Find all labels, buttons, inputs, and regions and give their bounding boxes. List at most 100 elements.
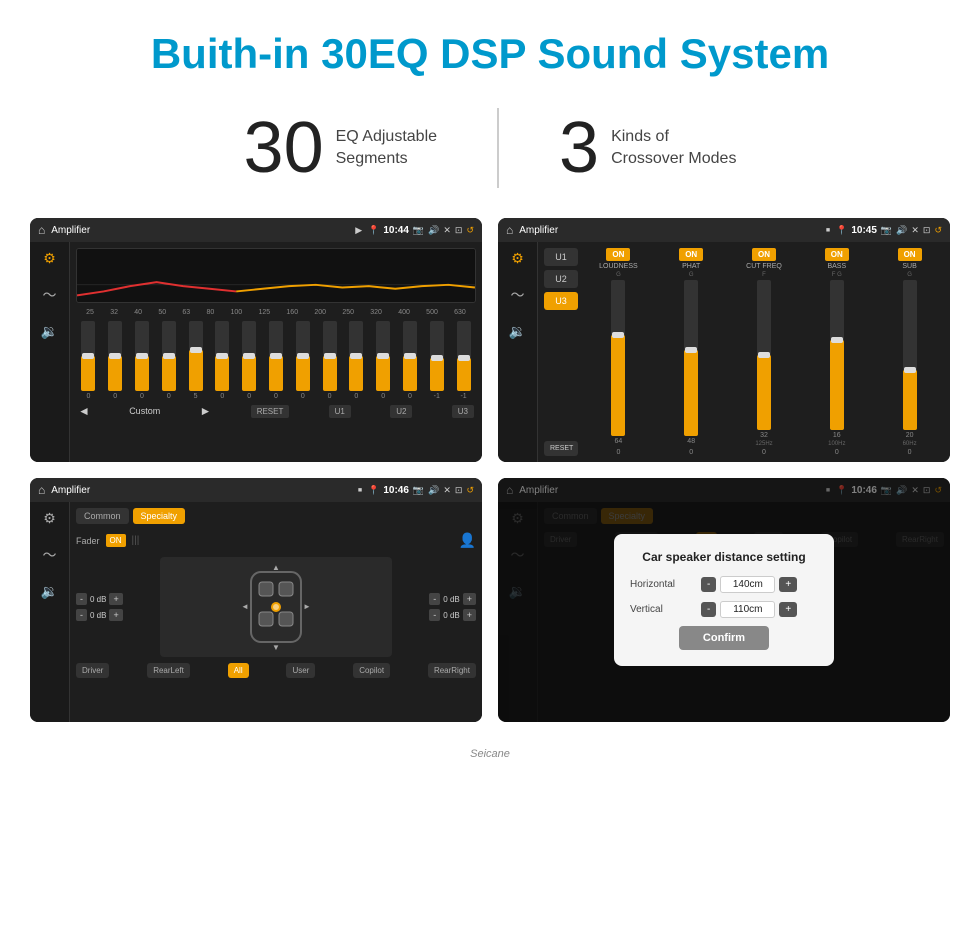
eq-icon[interactable]: ⚙ xyxy=(43,250,56,267)
preset-u3[interactable]: U3 xyxy=(544,292,578,310)
wave-icon[interactable]: 〜 xyxy=(43,285,57,305)
vol-lb-plus[interactable]: + xyxy=(109,609,122,621)
bass-on[interactable]: ON xyxy=(825,248,849,261)
eq-slider-5[interactable]: 5 xyxy=(183,321,208,400)
eq-slider-6[interactable]: 0 xyxy=(210,321,235,400)
wave-icon-2[interactable]: 〜 xyxy=(511,285,525,305)
crossover-stat: 3 Kinds of Crossover Modes xyxy=(499,112,796,184)
horizontal-minus[interactable]: - xyxy=(701,577,716,592)
bass-slider[interactable] xyxy=(830,280,844,430)
horizontal-plus[interactable]: + xyxy=(779,577,797,592)
loudness-on[interactable]: ON xyxy=(606,248,630,261)
window-icon-3[interactable]: ⊡ xyxy=(455,485,463,496)
home-icon-2[interactable]: ⌂ xyxy=(506,223,513,237)
eq-slider-4[interactable]: 0 xyxy=(156,321,181,400)
screen1-topbar: ⌂ Amplifier ▶ 📍 10:44 📷 🔊 ✕ ⊡ ↺ xyxy=(30,218,482,242)
play-icon[interactable]: ▶ xyxy=(355,225,362,236)
vol-lb-minus[interactable]: - xyxy=(76,609,87,621)
stats-row: 30 EQ Adjustable Segments 3 Kinds of Cro… xyxy=(0,98,980,218)
back-icon[interactable]: ↺ xyxy=(466,225,474,236)
u2-button[interactable]: U2 xyxy=(390,405,412,418)
eq-slider-8[interactable]: 0 xyxy=(264,321,289,400)
vol-lt-plus[interactable]: + xyxy=(109,593,122,605)
channel-phat: ON PHAT G 48 0 xyxy=(657,248,726,456)
vol-lt-minus[interactable]: - xyxy=(76,593,87,605)
eq-slider-14[interactable]: -1 xyxy=(424,321,449,400)
prev-icon[interactable]: ◄ xyxy=(78,404,90,418)
camera-icon-2[interactable]: 📷 xyxy=(881,225,892,236)
volume-icon[interactable]: 🔊 xyxy=(428,225,439,236)
vol-rt-minus[interactable]: - xyxy=(429,593,440,605)
speaker-icon-2[interactable]: 🔉 xyxy=(509,323,526,340)
rearright-btn[interactable]: RearRight xyxy=(428,663,476,678)
eq-slider-1[interactable]: 0 xyxy=(76,321,101,400)
vol-rb-minus[interactable]: - xyxy=(429,609,440,621)
window-icon[interactable]: ⊡ xyxy=(455,225,463,236)
home-icon[interactable]: ⌂ xyxy=(38,223,45,237)
camera-icon-3[interactable]: 📷 xyxy=(413,485,424,496)
speaker-icon[interactable]: 🔉 xyxy=(41,323,58,340)
screen3-sidebar: ⚙ 〜 🔉 xyxy=(30,502,70,722)
close-icon-2[interactable]: ✕ xyxy=(911,225,919,236)
eq-slider-2[interactable]: 0 xyxy=(103,321,128,400)
common-tab[interactable]: Common xyxy=(76,508,129,524)
location-icon-2: 📍 xyxy=(836,225,847,236)
volume-icon-2[interactable]: 🔊 xyxy=(896,225,907,236)
eq-slider-15[interactable]: -1 xyxy=(451,321,476,400)
reset-btn-2[interactable]: RESET xyxy=(544,441,578,456)
phat-slider[interactable] xyxy=(684,280,698,436)
screen2-content: ⚙ 〜 🔉 U1 U2 U3 RESET ON LOUDNESS xyxy=(498,242,950,462)
all-btn[interactable]: All xyxy=(228,663,249,678)
speaker-icon-3[interactable]: 🔉 xyxy=(41,583,58,600)
u1-button[interactable]: U1 xyxy=(329,405,351,418)
user-btn[interactable]: User xyxy=(286,663,315,678)
specialty-tab[interactable]: Specialty xyxy=(133,508,186,524)
fader-on[interactable]: ON xyxy=(106,534,126,547)
vol-rb-plus[interactable]: + xyxy=(463,609,476,621)
cutfreq-on[interactable]: ON xyxy=(752,248,776,261)
reset-button[interactable]: RESET xyxy=(251,405,290,418)
sub-slider[interactable] xyxy=(903,280,917,430)
preset-u1[interactable]: U1 xyxy=(544,248,578,266)
vertical-plus[interactable]: + xyxy=(779,602,797,617)
back-icon-2[interactable]: ↺ xyxy=(934,225,942,236)
volume-icon-3[interactable]: 🔊 xyxy=(428,485,439,496)
eq-slider-7[interactable]: 0 xyxy=(237,321,262,400)
u3-button[interactable]: U3 xyxy=(452,405,474,418)
screen3-main: Common Specialty Fader ON ||| 👤 - xyxy=(70,502,482,722)
user-profile-icon[interactable]: 👤 xyxy=(459,532,476,549)
confirm-button[interactable]: Confirm xyxy=(679,626,769,650)
screen2-sidebar: ⚙ 〜 🔉 xyxy=(498,242,538,462)
fader-row: Fader ON ||| 👤 xyxy=(76,532,476,549)
rearleft-btn[interactable]: RearLeft xyxy=(147,663,190,678)
eq-slider-11[interactable]: 0 xyxy=(344,321,369,400)
speaker-vol-left: - 0 dB + - 0 dB + xyxy=(76,593,156,621)
horizontal-input: - 140cm + xyxy=(701,576,797,593)
eq-slider-10[interactable]: 0 xyxy=(317,321,342,400)
close-icon-3[interactable]: ✕ xyxy=(443,485,451,496)
wave-icon-3[interactable]: 〜 xyxy=(43,545,57,565)
loudness-slider[interactable] xyxy=(611,280,625,436)
rec-icon-3: ■ xyxy=(358,487,362,494)
sub-on[interactable]: ON xyxy=(898,248,922,261)
eq-slider-12[interactable]: 0 xyxy=(371,321,396,400)
vol-rt-plus[interactable]: + xyxy=(463,593,476,605)
eq-slider-3[interactable]: 0 xyxy=(130,321,155,400)
vertical-minus[interactable]: - xyxy=(701,602,716,617)
cutfreq-slider[interactable] xyxy=(757,280,771,430)
copilot-btn[interactable]: Copilot xyxy=(353,663,390,678)
eq-icon-3[interactable]: ⚙ xyxy=(43,510,56,527)
eq-slider-9[interactable]: 0 xyxy=(290,321,315,400)
close-icon[interactable]: ✕ xyxy=(443,225,451,236)
phat-on[interactable]: ON xyxy=(679,248,703,261)
back-icon-3[interactable]: ↺ xyxy=(466,485,474,496)
vol-right-top: - 0 dB + xyxy=(429,593,476,605)
next-icon[interactable]: ► xyxy=(200,404,212,418)
eq-slider-13[interactable]: 0 xyxy=(398,321,423,400)
driver-btn[interactable]: Driver xyxy=(76,663,109,678)
eq-icon-2[interactable]: ⚙ xyxy=(511,250,524,267)
camera-icon[interactable]: 📷 xyxy=(413,225,424,236)
window-icon-2[interactable]: ⊡ xyxy=(923,225,931,236)
home-icon-3[interactable]: ⌂ xyxy=(38,483,45,497)
preset-u2[interactable]: U2 xyxy=(544,270,578,288)
